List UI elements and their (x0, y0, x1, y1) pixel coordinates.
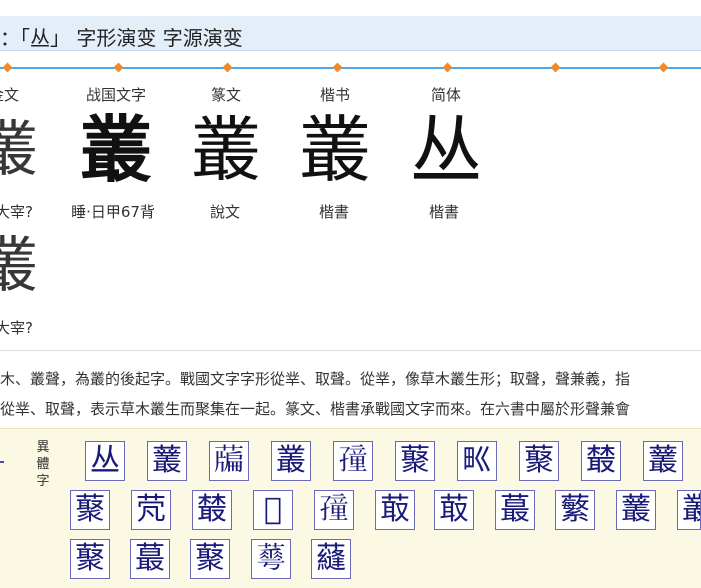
source-kaishu[interactable]: 楷書 (319, 201, 349, 222)
variant-char[interactable]: 䕺 (147, 441, 187, 481)
variant-char[interactable]: 蕞 (495, 490, 535, 530)
variant-char[interactable]: 𤰕 (457, 441, 497, 481)
source-zhuanwen[interactable]: 說文 (210, 201, 240, 222)
variant-char[interactable]: 𦽃 (209, 441, 249, 481)
variant-char[interactable]: 菆 (375, 490, 415, 530)
glyph-zhuanwen: 叢 (191, 109, 261, 191)
page-title: ：「丛」 字形演变 字源演变 (0, 26, 243, 50)
variant-char[interactable]: 蘩 (555, 490, 595, 530)
variant-char[interactable]: 䒮 (131, 490, 171, 530)
section-divider (0, 350, 701, 351)
source-jianti[interactable]: 楷書 (429, 201, 459, 222)
variant-char[interactable]: 䕺 (643, 441, 683, 481)
etymology-text-line-2: 從丵、取聲，表示草木叢生而聚集在一起。篆文、楷書承戰國文字而來。在六書中屬於形聲… (0, 400, 631, 418)
variant-char[interactable]: 丛 (85, 441, 125, 481)
variant-char[interactable]: 藂 (519, 441, 559, 481)
glyph-jinwen-2: 叢 (0, 231, 38, 301)
variant-char[interactable]: 樷 (192, 490, 232, 530)
variant-char[interactable]: 𦾓 (251, 539, 291, 579)
variant-char[interactable]: 藂 (70, 490, 110, 530)
timeline-dot[interactable] (332, 62, 343, 73)
variant-char[interactable]: 𡦜 (314, 490, 354, 530)
title-bar: ：「丛」 字形演变 字源演变 (0, 16, 701, 51)
timeline-dot[interactable] (222, 62, 233, 73)
evolution-timeline (0, 62, 701, 73)
timeline-dot[interactable] (113, 62, 124, 73)
variants-label: 異體字 (36, 440, 50, 489)
timeline-line (0, 67, 701, 69)
timeline-dot[interactable] (550, 62, 561, 73)
variant-char[interactable]: 叢 (677, 490, 701, 530)
glyph-jinwen: 叢 (0, 115, 38, 185)
variant-char[interactable]: 䕺 (616, 490, 656, 530)
panel-marker (0, 461, 4, 463)
glyph-jianti: 丛 (409, 108, 483, 192)
variant-char[interactable]: 藂 (190, 539, 230, 579)
timeline-dot[interactable] (442, 62, 453, 73)
variant-characters-panel: 異體字 丛 䕺 𦽃 叢 𡦜 藂 𤰕 藂 樷 䕺 藂 䒮 樷 𠦻 𡦜 菆 菆 蕞 … (0, 428, 701, 588)
source-zhanguo[interactable]: 睡·日甲67背 (71, 201, 155, 222)
variant-char[interactable]: 菆 (434, 490, 474, 530)
timeline-dot[interactable] (658, 62, 669, 73)
glyph-zhanguo: 叢 (79, 107, 153, 192)
source-jinwen-2[interactable]: 大宰? (0, 317, 33, 338)
column-label-jinwen: 金文 (0, 86, 20, 104)
variant-char[interactable]: 𠦻 (253, 490, 293, 530)
variant-char[interactable]: 蕞 (130, 539, 170, 579)
variant-char[interactable]: 𡦜 (333, 441, 373, 481)
column-label-kaishu: 楷书 (319, 86, 351, 104)
variant-char[interactable]: 樷 (581, 441, 621, 481)
etymology-text-line-1: 木、叢聲，為叢的後起字。戰國文字字形從丵、取聲。從丵，像草木叢生形；取聲，聲兼義… (0, 370, 631, 388)
glyph-kaishu: 叢 (298, 108, 372, 192)
source-jinwen[interactable]: 大宰? (0, 201, 33, 222)
variant-char[interactable]: 藂 (395, 441, 435, 481)
column-label-zhuanwen: 篆文 (210, 86, 242, 104)
variant-char[interactable]: 藂 (70, 539, 110, 579)
variant-char[interactable]: 蘕 (311, 539, 351, 579)
column-label-zhanguo: 战国文字 (85, 86, 147, 104)
column-label-jianti: 简体 (430, 86, 462, 104)
timeline-dot[interactable] (2, 62, 13, 73)
variant-char[interactable]: 叢 (271, 441, 311, 481)
